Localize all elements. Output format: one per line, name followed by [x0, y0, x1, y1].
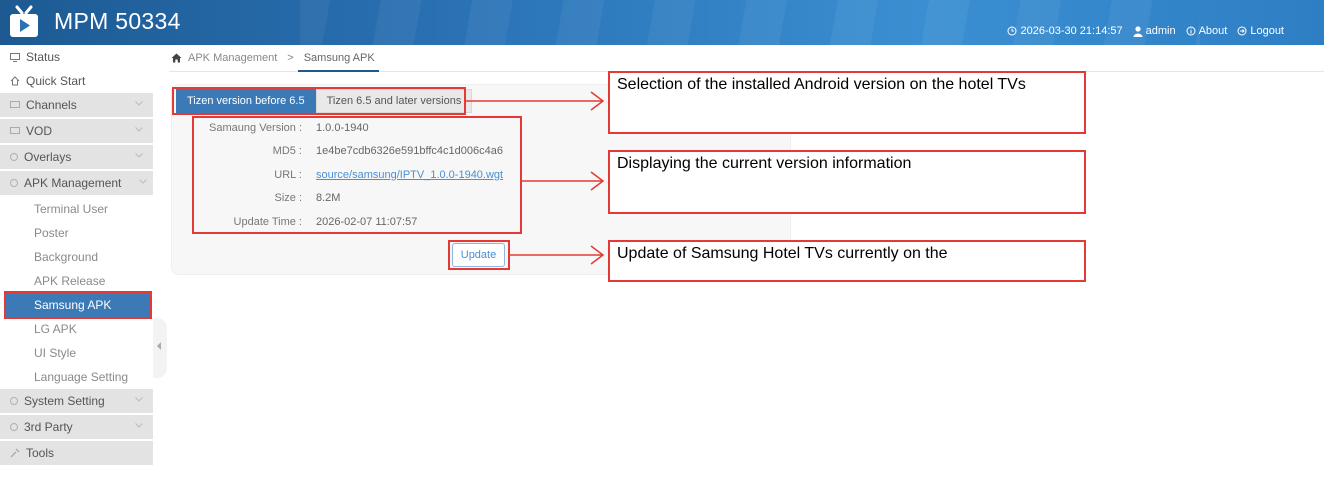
breadcrumb-current: Samsung APK — [297, 52, 379, 72]
info-label: URL : — [274, 168, 302, 181]
info-label: Samaung Version : — [209, 121, 302, 134]
info-label: MD5 : — [272, 145, 302, 158]
chevron-down-icon — [135, 397, 143, 402]
info-row-url: URL : source/samsung/IPTV_1.0.0-1940.wgt — [191, 163, 521, 187]
monitor-icon — [10, 52, 20, 62]
caret-left-icon — [157, 342, 161, 350]
about-label: About — [1198, 25, 1228, 37]
version-info-panel: Samaung Version : 1.0.0-1940 MD5 : 1e4be… — [191, 116, 521, 234]
circle-icon — [10, 153, 18, 161]
app-title: MPM 50334 — [54, 8, 181, 34]
sidebar-item-apk-release[interactable]: APK Release — [0, 269, 153, 293]
sidebar-item-label: 3rd Party — [24, 420, 73, 434]
sidebar-item-label: Channels — [26, 98, 77, 112]
info-row-update-time: Update Time : 2026-02-07 11:07:57 — [191, 210, 521, 234]
sidebar-item-poster[interactable]: Poster — [0, 221, 153, 245]
chevron-down-icon — [135, 423, 143, 428]
chevron-down-icon — [139, 179, 147, 184]
info-value: 1.0.0-1940 — [316, 121, 369, 134]
info-row-md5: MD5 : 1e4be7cdb6326e591bffc4c1d006c4a6 — [191, 140, 521, 164]
sidebar-item-label: Tools — [26, 446, 55, 460]
info-value: 1e4be7cdb6326e591bffc4c1d006c4a6 — [316, 145, 503, 158]
sidebar-group-tools[interactable]: Tools — [0, 441, 153, 467]
sidebar-item-label: Overlays — [24, 150, 72, 164]
screen-icon — [10, 126, 20, 134]
sidebar-group-system-setting[interactable]: System Setting — [0, 389, 153, 415]
user-icon — [1133, 25, 1143, 37]
sidebar-item-terminal-user[interactable]: Terminal User — [0, 197, 153, 221]
tv-logo-icon — [10, 5, 38, 37]
sidebar-collapse-toggle[interactable] — [153, 318, 167, 378]
sidebar: Status Quick Start Channels VOD Overlays… — [0, 45, 153, 499]
sidebar-item-label: VOD — [26, 124, 53, 138]
sidebar-item-lg-apk[interactable]: LG APK — [0, 317, 153, 341]
breadcrumb: APK Management > Samsung APK — [169, 45, 1324, 72]
info-value: 2026-02-07 11:07:57 — [316, 215, 418, 228]
sidebar-item-samsung-apk[interactable]: Samsung APK — [4, 291, 152, 319]
header-toolbar: 2026-03-30 21:14:57 admin About Logout — [1007, 25, 1284, 37]
callout-info-note: Displaying the current version informati… — [608, 150, 1086, 214]
home-icon[interactable] — [171, 53, 182, 63]
top-header: MPM 50334 2026-03-30 21:14:57 admin Abou… — [0, 0, 1324, 45]
info-label: Update Time : — [233, 215, 302, 228]
chevron-down-icon — [135, 127, 143, 132]
about-link[interactable]: About — [1186, 25, 1228, 37]
tab-tizen-before-6-5[interactable]: Tizen version before 6.5 — [176, 89, 316, 113]
sidebar-group-overlays[interactable]: Overlays — [0, 145, 153, 171]
info-label: Size : — [274, 192, 302, 205]
chevron-down-icon — [135, 153, 143, 158]
user-name: admin — [1145, 25, 1176, 37]
sidebar-group-vod[interactable]: VOD — [0, 119, 153, 145]
sidebar-item-label: Status — [26, 50, 61, 64]
user-menu[interactable]: admin — [1133, 25, 1176, 37]
info-icon — [1186, 26, 1196, 36]
breadcrumb-separator: > — [287, 52, 294, 64]
circle-icon — [10, 423, 18, 431]
sidebar-item-quick-start[interactable]: Quick Start — [0, 69, 153, 93]
logout-icon — [1237, 26, 1247, 36]
sidebar-group-channels[interactable]: Channels — [0, 93, 153, 119]
home-icon — [10, 76, 20, 86]
tab-tizen-6-5-and-later[interactable]: Tizen 6.5 and later versions — [315, 89, 473, 113]
info-row-version: Samaung Version : 1.0.0-1940 — [191, 116, 521, 140]
sidebar-group-apk-management[interactable]: APK Management — [0, 171, 153, 197]
clock-icon — [1007, 26, 1017, 36]
sidebar-group-3rd-party[interactable]: 3rd Party — [0, 415, 153, 441]
circle-icon — [10, 397, 18, 405]
sidebar-item-status[interactable]: Status — [0, 45, 153, 69]
callout-tabs-note: Selection of the installed Android versi… — [608, 71, 1086, 134]
logout-link[interactable]: Logout — [1237, 25, 1284, 37]
callout-update-note: Update of Samsung Hotel TVs currently on… — [608, 240, 1086, 282]
datetime-display: 2026-03-30 21:14:57 — [1007, 25, 1123, 37]
chevron-down-icon — [135, 101, 143, 106]
sidebar-item-label: System Setting — [24, 394, 105, 408]
logout-label: Logout — [1250, 25, 1284, 37]
info-row-size: Size : 8.2M — [191, 187, 521, 211]
sidebar-item-background[interactable]: Background — [0, 245, 153, 269]
circle-icon — [10, 179, 18, 187]
sidebar-item-label: APK Management — [24, 176, 122, 190]
sidebar-item-language-setting[interactable]: Language Setting — [0, 365, 153, 389]
tools-icon — [10, 448, 20, 458]
screen-icon — [10, 100, 20, 108]
info-value: 8.2M — [316, 192, 341, 205]
datetime-text: 2026-03-30 21:14:57 — [1020, 25, 1123, 37]
update-button[interactable]: Update — [452, 243, 505, 267]
sidebar-item-label: Quick Start — [26, 74, 86, 88]
breadcrumb-parent[interactable]: APK Management — [188, 52, 277, 64]
tizen-version-tabs: Tizen version before 6.5 Tizen 6.5 and l… — [176, 89, 473, 113]
sidebar-item-ui-style[interactable]: UI Style — [0, 341, 153, 365]
url-link[interactable]: source/samsung/IPTV_1.0.0-1940.wgt — [316, 169, 503, 181]
